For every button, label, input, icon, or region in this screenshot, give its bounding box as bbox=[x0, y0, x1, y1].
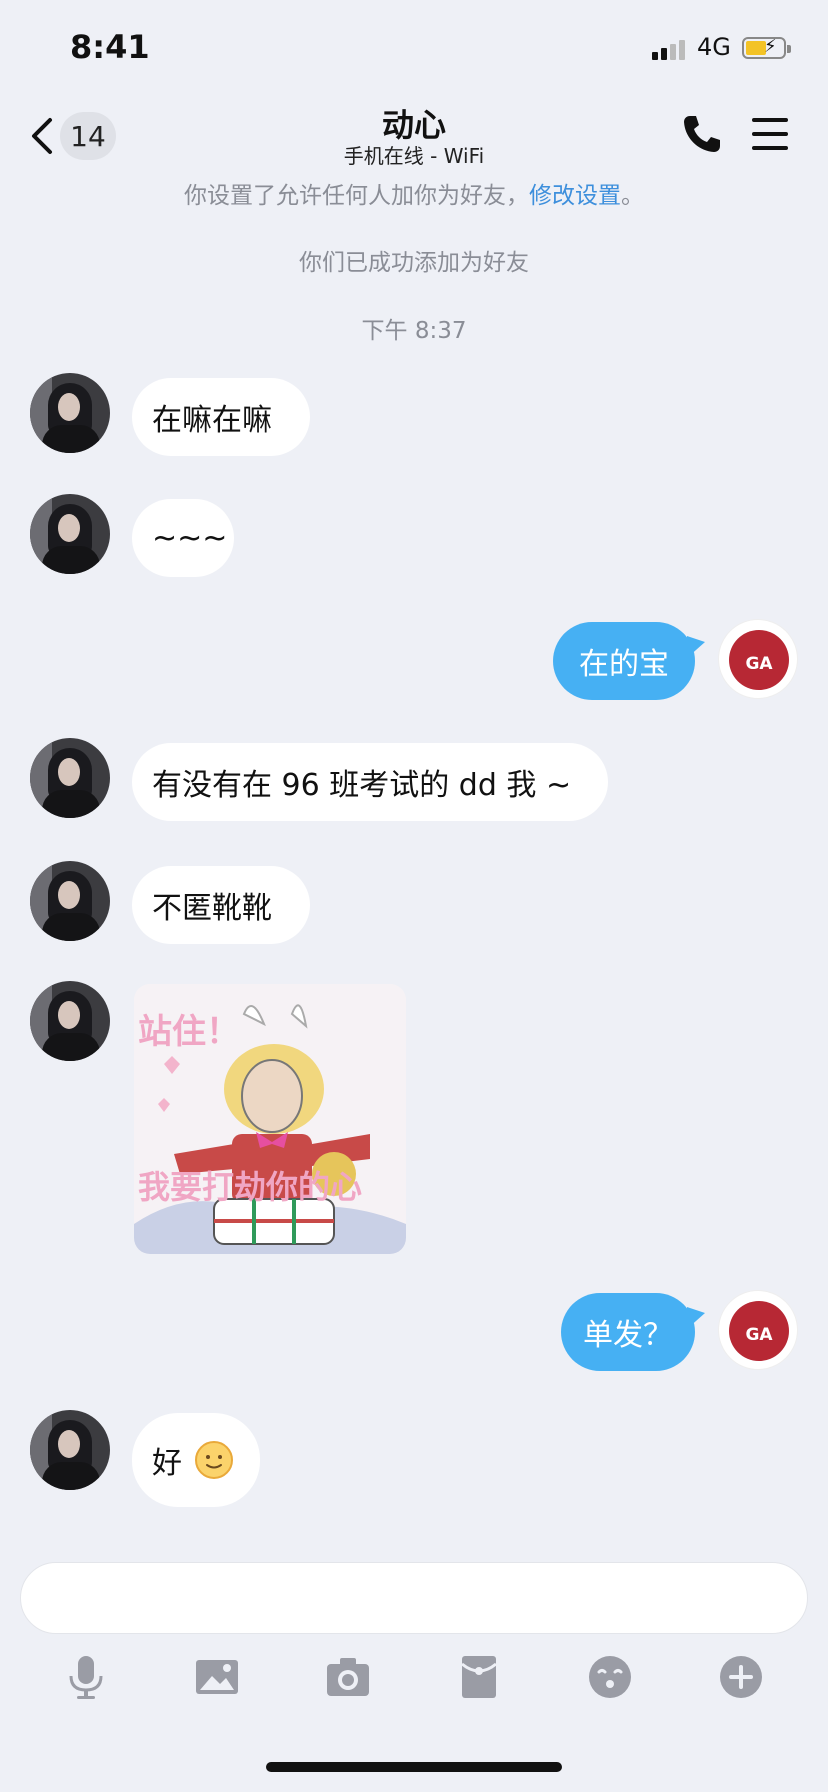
message-text: 不匿靴靴 bbox=[152, 891, 272, 926]
sticker-top-caption: 站住！ bbox=[138, 1012, 240, 1052]
sticker-image[interactable]: 站住！ 我要打劫你的心 bbox=[134, 984, 406, 1254]
my-message-bubble[interactable]: 单发？ bbox=[561, 1293, 705, 1371]
signal-icon bbox=[652, 38, 688, 60]
contact-avatar[interactable] bbox=[30, 1410, 110, 1490]
message-text: ~~~ bbox=[152, 520, 228, 556]
school-logo-text: GA bbox=[745, 654, 773, 674]
phone-call-icon[interactable] bbox=[680, 112, 724, 156]
contact-avatar[interactable] bbox=[30, 373, 110, 453]
message-bubble[interactable]: ~~~ bbox=[132, 499, 234, 577]
permission-end: 。 bbox=[621, 183, 644, 209]
my-message-bubble[interactable]: 在的宝 bbox=[553, 622, 705, 700]
my-avatar[interactable]: GA bbox=[718, 1290, 798, 1370]
microphone-icon[interactable] bbox=[61, 1652, 111, 1702]
message-text: 在嘛在嘛 bbox=[152, 403, 272, 438]
camera-icon[interactable] bbox=[323, 1652, 373, 1702]
friend-permission-notice: 你设置了允许任何人加你为好友，修改设置。 bbox=[0, 176, 828, 210]
network-type: 4G bbox=[697, 33, 731, 61]
red-packet-icon[interactable] bbox=[454, 1652, 504, 1702]
home-indicator[interactable] bbox=[266, 1762, 562, 1772]
plus-icon[interactable] bbox=[716, 1652, 766, 1702]
modify-settings-link[interactable]: 修改设置 bbox=[529, 183, 621, 209]
my-avatar[interactable]: GA bbox=[718, 619, 798, 699]
emoji-icon[interactable] bbox=[585, 1652, 635, 1702]
status-time: 8:41 bbox=[70, 28, 150, 66]
battery-icon: ⚡ bbox=[742, 36, 791, 59]
message-bubble[interactable]: 有没有在 96 班考试的 dd 我 ~ bbox=[132, 743, 608, 821]
message-text: 单发？ bbox=[583, 1318, 673, 1353]
friend-added-notice: 你们已成功添加为好友 bbox=[299, 250, 529, 276]
permission-text: 你设置了允许任何人加你为好友， bbox=[184, 183, 529, 209]
contact-avatar[interactable] bbox=[30, 738, 110, 818]
message-timestamp: 下午 8:37 bbox=[361, 318, 467, 344]
message-text: 好 bbox=[152, 1446, 182, 1481]
contact-avatar[interactable] bbox=[30, 494, 110, 574]
message-text: 有没有在 96 班考试的 dd 我 ~ bbox=[152, 768, 572, 803]
image-icon[interactable] bbox=[192, 1652, 242, 1702]
sticker-bottom-caption: 我要打劫你的心 bbox=[138, 1168, 363, 1206]
message-bubble[interactable]: 在嘛在嘛 bbox=[132, 378, 310, 456]
contact-avatar[interactable] bbox=[30, 861, 110, 941]
message-bubble[interactable]: 好 bbox=[132, 1413, 260, 1507]
contact-avatar[interactable] bbox=[30, 981, 110, 1061]
chat-header: 14 动心 手机在线 - WiFi bbox=[0, 96, 828, 180]
status-bar: 8:41 4G ⚡ bbox=[0, 0, 828, 100]
smiley-emoji bbox=[195, 1441, 233, 1479]
message-bubble[interactable]: 不匿靴靴 bbox=[132, 866, 310, 944]
message-text: 在的宝 bbox=[579, 647, 669, 682]
menu-button[interactable] bbox=[750, 114, 790, 154]
school-logo-text: GA bbox=[745, 1325, 773, 1345]
message-input[interactable] bbox=[20, 1562, 808, 1634]
